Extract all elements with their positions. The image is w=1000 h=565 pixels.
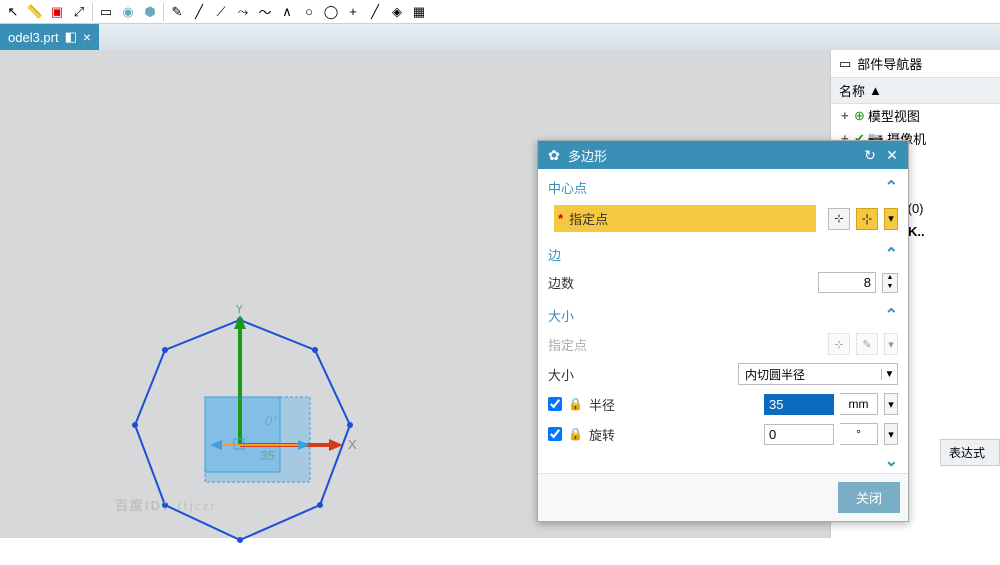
svg-text:0°: 0° xyxy=(265,413,277,428)
close-button[interactable]: 关闭 xyxy=(838,482,900,513)
dialog-titlebar[interactable]: ✿ 多边形 ↻ ✕ xyxy=(538,141,908,169)
lock-icon: 🔒 xyxy=(568,427,583,441)
rotation-checkbox[interactable] xyxy=(548,427,562,441)
edges-spinner[interactable]: ▲▼ xyxy=(882,273,898,293)
point-wand-button: ✎ xyxy=(856,333,878,355)
expand-down-icon[interactable]: ⌄ xyxy=(885,451,898,471)
svg-text:X: X xyxy=(348,437,357,452)
specify-point2-label: 指定点 xyxy=(548,335,822,354)
tool-move-icon[interactable]: ⤢ xyxy=(70,3,88,21)
size-method-combo[interactable]: 内切圆半径▼ xyxy=(738,363,898,385)
tool-arc-icon[interactable]: ⟋ xyxy=(212,3,230,21)
window-icon: ▭ xyxy=(839,56,851,72)
point-snap-button[interactable]: -¦- xyxy=(856,208,878,230)
radius-menu-button[interactable]: ▾ xyxy=(884,393,898,415)
polygon-dialog: ✿ 多边形 ↻ ✕ 中心点 ⌃ * 指定点 ⊹ -¦- ▾ 边 ⌃ 边数 ▲▼ 大小… xyxy=(537,140,909,522)
section-size: 大小 xyxy=(548,306,574,325)
tool-select-icon[interactable]: ▣ xyxy=(48,3,66,21)
tool-grid-icon[interactable]: ▦ xyxy=(410,3,428,21)
tool-cube-icon[interactable]: ⬢ xyxy=(141,3,159,21)
watermark: 百度ID：ffjczr xyxy=(115,486,217,518)
tool-spline-icon[interactable]: ⤳ xyxy=(234,3,252,21)
tool-edge-icon[interactable]: ╱ xyxy=(366,3,384,21)
point-picker-button: ⊹ xyxy=(828,333,850,355)
tool-view-icon[interactable]: ◉ xyxy=(119,3,137,21)
section-edges: 边 xyxy=(548,245,561,264)
section-center: 中心点 xyxy=(548,178,587,197)
rotation-label: 旋转 xyxy=(589,425,758,444)
point-menu-button: ▾ xyxy=(884,333,898,355)
document-tabs: odel3.prt ◧ × xyxy=(0,24,1000,50)
svg-text:35: 35 xyxy=(260,448,275,463)
reset-icon[interactable]: ↻ xyxy=(862,147,878,163)
close-icon[interactable]: ✕ xyxy=(884,147,900,163)
size-label: 大小 xyxy=(548,365,732,384)
document-tab[interactable]: odel3.prt ◧ × xyxy=(0,24,99,50)
tool-sketch-icon[interactable]: ✎ xyxy=(168,3,186,21)
required-icon: * xyxy=(558,211,563,226)
tool-ellipse-icon[interactable]: ◯ xyxy=(322,3,340,21)
tree-item[interactable]: +⊕模型视图 xyxy=(831,104,1000,127)
rotation-menu-button[interactable]: ▾ xyxy=(884,423,898,445)
radius-unit: mm xyxy=(840,393,878,415)
lock-icon: 🔒 xyxy=(568,397,583,411)
settings-icon[interactable]: ✿ xyxy=(546,147,562,163)
sort-icon[interactable]: ▲ xyxy=(869,83,882,98)
tab-label: odel3.prt xyxy=(8,30,59,45)
point-menu-button[interactable]: ▾ xyxy=(884,208,898,230)
expression-tab[interactable]: 表达式 xyxy=(940,439,1000,466)
navigator-title-row: ▭ 部件导航器 xyxy=(831,50,1000,78)
tool-cross-icon[interactable]: + xyxy=(344,3,362,21)
sketch-canvas: Y X 35 0° xyxy=(110,305,370,565)
tool-measure-icon[interactable]: 📏 xyxy=(26,3,44,21)
edges-input[interactable] xyxy=(818,272,876,293)
collapse-icon[interactable]: ⌃ xyxy=(885,244,898,264)
radius-checkbox[interactable] xyxy=(548,397,562,411)
edges-label: 边数 xyxy=(548,273,812,292)
rotation-input[interactable] xyxy=(764,424,834,445)
column-name: 名称 xyxy=(839,81,865,100)
collapse-icon[interactable]: ⌃ xyxy=(885,177,898,197)
tab-marker: ◧ xyxy=(65,29,77,45)
tool-pointer-icon[interactable]: ↖ xyxy=(4,3,22,21)
tool-angle-icon[interactable]: ∧ xyxy=(278,3,296,21)
specify-point-label: 指定点 xyxy=(569,209,812,228)
radius-input[interactable] xyxy=(764,394,834,415)
navigator-title: 部件导航器 xyxy=(857,54,922,73)
main-toolbar: ↖ 📏 ▣ ⤢ ▭ ◉ ⬢ ✎ ╱ ⟋ ⤳ 〜 ∧ ○ ◯ + ╱ ◈ ▦ xyxy=(0,0,1000,24)
tab-close-icon[interactable]: × xyxy=(83,30,91,44)
collapse-icon[interactable]: ⌃ xyxy=(885,305,898,325)
tool-rect-icon[interactable]: ▭ xyxy=(97,3,115,21)
point-picker-button[interactable]: ⊹ xyxy=(828,208,850,230)
tool-wave-icon[interactable]: 〜 xyxy=(256,3,274,21)
rotation-unit: ° xyxy=(840,423,878,445)
dialog-title: 多边形 xyxy=(568,146,607,165)
tool-polygon-icon[interactable]: ◈ xyxy=(388,3,406,21)
tool-line-icon[interactable]: ╱ xyxy=(190,3,208,21)
svg-text:Y: Y xyxy=(235,305,244,316)
radius-label: 半径 xyxy=(589,395,758,414)
tool-circle-icon[interactable]: ○ xyxy=(300,3,318,21)
navigator-header[interactable]: 名称 ▲ xyxy=(831,78,1000,104)
